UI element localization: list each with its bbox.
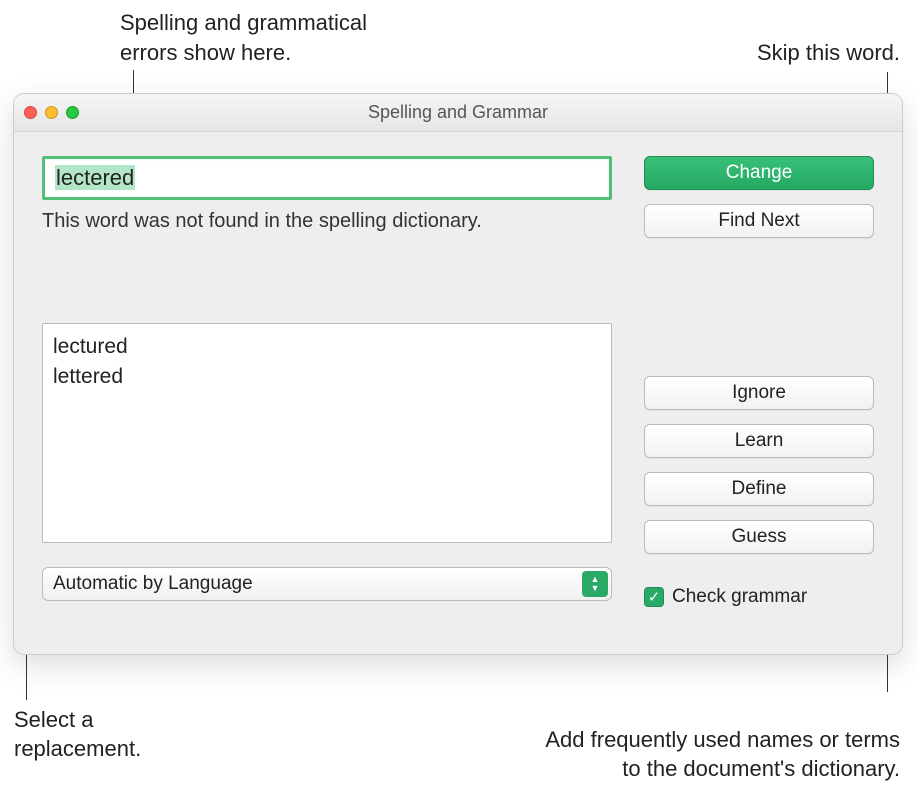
guess-button[interactable]: Guess	[644, 520, 874, 554]
callout-add-to-dictionary: Add frequently used names or terms to th…	[540, 725, 900, 784]
find-next-button[interactable]: Find Next	[644, 204, 874, 238]
suggestions-list[interactable]: lectured lettered	[42, 323, 612, 543]
chevron-updown-icon: ▲▼	[582, 571, 608, 597]
callout-skip-word: Skip this word.	[757, 38, 900, 68]
language-popup-label: Automatic by Language	[53, 573, 253, 595]
callout-select-replacement: Select a replacement.	[14, 705, 214, 764]
close-icon[interactable]	[24, 106, 37, 119]
spelling-grammar-window: Spelling and Grammar lectered This word …	[14, 94, 902, 654]
language-popup[interactable]: Automatic by Language ▲▼	[42, 567, 612, 601]
change-button[interactable]: Change	[644, 156, 874, 190]
list-item[interactable]: lectured	[53, 332, 601, 362]
ignore-button[interactable]: Ignore	[644, 376, 874, 410]
learn-button[interactable]: Learn	[644, 424, 874, 458]
zoom-icon[interactable]	[66, 106, 79, 119]
list-item[interactable]: lettered	[53, 362, 601, 392]
minimize-icon[interactable]	[45, 106, 58, 119]
callout-errors-show-here: Spelling and grammatical errors show her…	[120, 8, 370, 67]
titlebar: Spelling and Grammar	[14, 94, 902, 132]
check-grammar-checkbox[interactable]: ✓	[644, 587, 664, 607]
define-button[interactable]: Define	[644, 472, 874, 506]
window-title: Spelling and Grammar	[14, 102, 902, 123]
error-message: This word was not found in the spelling …	[42, 210, 612, 233]
error-word-value: lectered	[55, 165, 135, 190]
error-word-input[interactable]: lectered	[42, 156, 612, 200]
check-grammar-label: Check grammar	[672, 586, 807, 608]
